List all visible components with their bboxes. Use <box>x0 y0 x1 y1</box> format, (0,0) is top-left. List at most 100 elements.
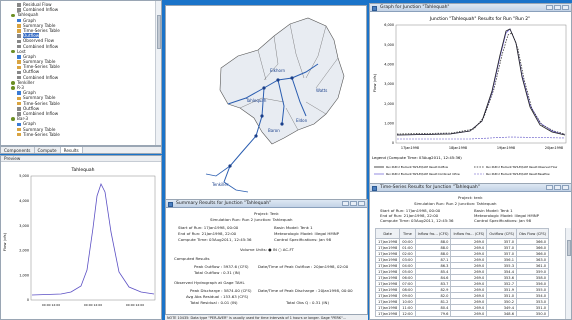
explorer-tabs: Components Compute Results <box>0 146 162 154</box>
tab-components[interactable]: Components <box>1 147 35 153</box>
ts-compute: Compute Time: 03Aug2011, 12:45:36 <box>380 218 454 223</box>
table-cell: 269.0 <box>450 310 488 317</box>
minimize-icon[interactable] <box>546 185 553 190</box>
map-label-eldon: Eldon <box>296 118 308 123</box>
junction-node[interactable] <box>260 114 264 118</box>
graph-xtick-label: 17Jan1998 <box>401 146 419 150</box>
graph-xtick-label: 18Jan1998 <box>449 146 467 150</box>
downstream-reach <box>205 165 249 193</box>
preview-ytick-label: 0 <box>27 298 29 302</box>
tree-scrollbar[interactable] <box>155 1 161 145</box>
peak-outflow-time: Date/Time of Peak Outflow : 20Jan1998, 0… <box>258 264 349 269</box>
legend-title: Legend (Compute Time: 03Aug2011, 12:45:3… <box>372 155 462 160</box>
summary-end: End of Run: 21Jan1998, 22:00 <box>178 231 237 236</box>
tree-scrollbar-thumb[interactable] <box>157 15 161 49</box>
preview-yticks: 5,000 4,000 3,000 2,000 1,000 0 <box>19 174 29 302</box>
column-header[interactable]: Date <box>374 228 401 239</box>
minimize-icon[interactable] <box>546 5 553 10</box>
table-cell: 17Jan1998 <box>374 310 401 317</box>
table-scrollbar[interactable] <box>565 228 571 319</box>
avg-abs-residual: Avg Abs Residual : 153.63 (CFS) <box>186 294 249 299</box>
column-header[interactable]: Time <box>399 228 416 239</box>
maximize-icon[interactable] <box>554 185 561 190</box>
summary-run-line: Simulation Run: Run 2 Junction: Tahlequa… <box>210 217 293 222</box>
peak-outflow: Peak Outflow : 5937.6 (CFS) <box>194 264 249 269</box>
tree-item-label: Time-Series Table <box>23 131 60 137</box>
column-header[interactable]: Outflow (CFS) <box>486 228 518 239</box>
timeseries-window-titlebar[interactable]: Time-Series Results for Junction "Tahleq… <box>370 184 571 192</box>
map-label-baron: Baron <box>268 128 280 133</box>
map-label-tahlequah: Tahlequah <box>245 98 267 103</box>
graph-xticks: 17Jan1998 18Jan1998 19Jan1998 20Jan1998 <box>401 146 563 150</box>
window-icon <box>372 185 377 191</box>
close-icon[interactable] <box>562 185 569 190</box>
column-header[interactable]: Inflow fro... (CFS) <box>450 228 488 239</box>
graph-ytick-label: 2,000 <box>384 102 394 106</box>
table-header-row: Date Time Inflow fro... (CFS) Inflow fro...… <box>374 228 550 239</box>
graph-window: Graph for Junction "Tahlequah" Junction … <box>369 3 572 184</box>
preview-panel: Preview Tahlequah Flow (cfs) 5,000 4,000 3… <box>0 155 162 320</box>
summary-window-titlebar[interactable]: Summary Results for Junction "Tahlequah" <box>166 200 367 208</box>
volume-units-radio[interactable]: Volume Units: ● IN ○ AC-FT <box>240 247 294 252</box>
graph-legend: Run:RUN 2 Element:TAHLEQUAH Result:Outfl… <box>374 165 558 176</box>
maximize-icon[interactable] <box>554 5 561 10</box>
observed-header: Observed Hydrograph at Gage TAHL <box>174 280 245 285</box>
total-residual: Total Residual : 0.01 (IN) <box>190 300 238 305</box>
table-row[interactable]: 17Jan1998 12:00 79.6 269.0 348.6 350.0 <box>374 310 550 317</box>
peak-discharge: Peak Discharge : 5874.00 (CFS) <box>190 288 252 293</box>
junction-node[interactable] <box>262 86 266 90</box>
tab-results[interactable]: Results <box>60 147 83 153</box>
map-label-tenkiller: Tenkiller <box>211 182 229 187</box>
junction-node[interactable] <box>254 134 258 138</box>
preview-xtick-label: 00:00 12:00 <box>126 303 144 307</box>
preview-ytick-label: 3,000 <box>19 224 29 228</box>
minimize-icon[interactable] <box>342 201 349 206</box>
maximize-icon[interactable] <box>350 201 357 206</box>
graph-ytick-label: 5,000 <box>384 43 394 47</box>
summary-project: Project: Tenk <box>254 211 279 216</box>
table-cell: 348.6 <box>486 310 518 317</box>
junction-node[interactable] <box>228 164 232 168</box>
legend-entry: Run:RUN 2 Element:TAHLEQUAH Result:Obser… <box>486 165 558 169</box>
graph-ytick-label: 0 <box>392 141 394 145</box>
preview-xtick-label: 00:00 12:00 <box>84 303 102 307</box>
hydrograph-chart: Junction "Tahlequah" Results for Run "Ru… <box>372 16 567 176</box>
legend-entry: Run:RUN 2 Element:TAHLEQUAH Result:Outfl… <box>386 165 449 169</box>
preview-xtick-label: 00:00 12:00 <box>42 303 60 307</box>
preview-ytick-label: 1,000 <box>19 273 29 277</box>
peak-discharge-time: Date/Time of Peak Discharge : 20Jan1998,… <box>258 288 353 293</box>
tree-rows: Residual Flow Combined Inflow Tahlequah Gra… <box>3 2 153 137</box>
ts-control: Control Specifications: Jan 98 <box>474 218 532 223</box>
graph-title: Junction "Tahlequah" Results for Run "Ru… <box>429 16 531 22</box>
table-cell: 79.6 <box>414 310 452 317</box>
tab-compute[interactable]: Compute <box>35 147 61 153</box>
junction-node[interactable] <box>290 76 294 80</box>
window-icon <box>168 201 173 207</box>
graph-window-titlebar[interactable]: Graph for Junction "Tahlequah" <box>370 4 571 12</box>
graph-xtick-label: 19Jan1998 <box>497 146 515 150</box>
tree-item[interactable]: Time-Series Table <box>3 132 153 137</box>
close-icon[interactable] <box>562 5 569 10</box>
summary-basin: Basin Model: Tenk 1 <box>274 225 313 230</box>
window-buttons <box>546 5 569 10</box>
table-cell: 12:00 <box>399 310 416 317</box>
column-header[interactable]: Inflow fro... (CFS) <box>414 228 452 239</box>
legend-entry: Run:RUN 2 Element:TAHLEQUAH Result:Basef… <box>486 172 551 176</box>
timeseries-window-title: Time-Series Results for Junction "Tahleq… <box>380 185 480 190</box>
total-obs-q: Total Obs Q : 0.31 (IN) <box>286 300 329 305</box>
watershed-explorer-tree: Residual Flow Combined Inflow Tahlequah Gra… <box>0 0 162 146</box>
graph-ylabel: Flow (cfs) <box>372 73 377 92</box>
window-buttons <box>342 201 365 206</box>
basin-map-canvas: Elkhorn Watts Tahlequah Baron Eldon Tenk… <box>205 17 345 193</box>
preview-ytick-label: 2,000 <box>19 249 29 253</box>
close-icon[interactable] <box>358 201 365 206</box>
window-buttons <box>546 185 569 190</box>
junction-node[interactable] <box>276 78 280 82</box>
summary-control: Control Specifications: Jan 98 <box>274 237 332 242</box>
table-scrollbar-thumb[interactable] <box>567 240 571 256</box>
total-outflow: Total Outflow : 0.31 (IN) <box>194 270 241 275</box>
column-header[interactable]: Obs Flow (CFS) <box>516 228 550 239</box>
table-cell: 350.0 <box>516 310 550 317</box>
junction-node[interactable] <box>280 122 284 126</box>
preview-chart: Tahlequah Flow (cfs) 5,000 4,000 3,000 2,00… <box>2 167 156 307</box>
